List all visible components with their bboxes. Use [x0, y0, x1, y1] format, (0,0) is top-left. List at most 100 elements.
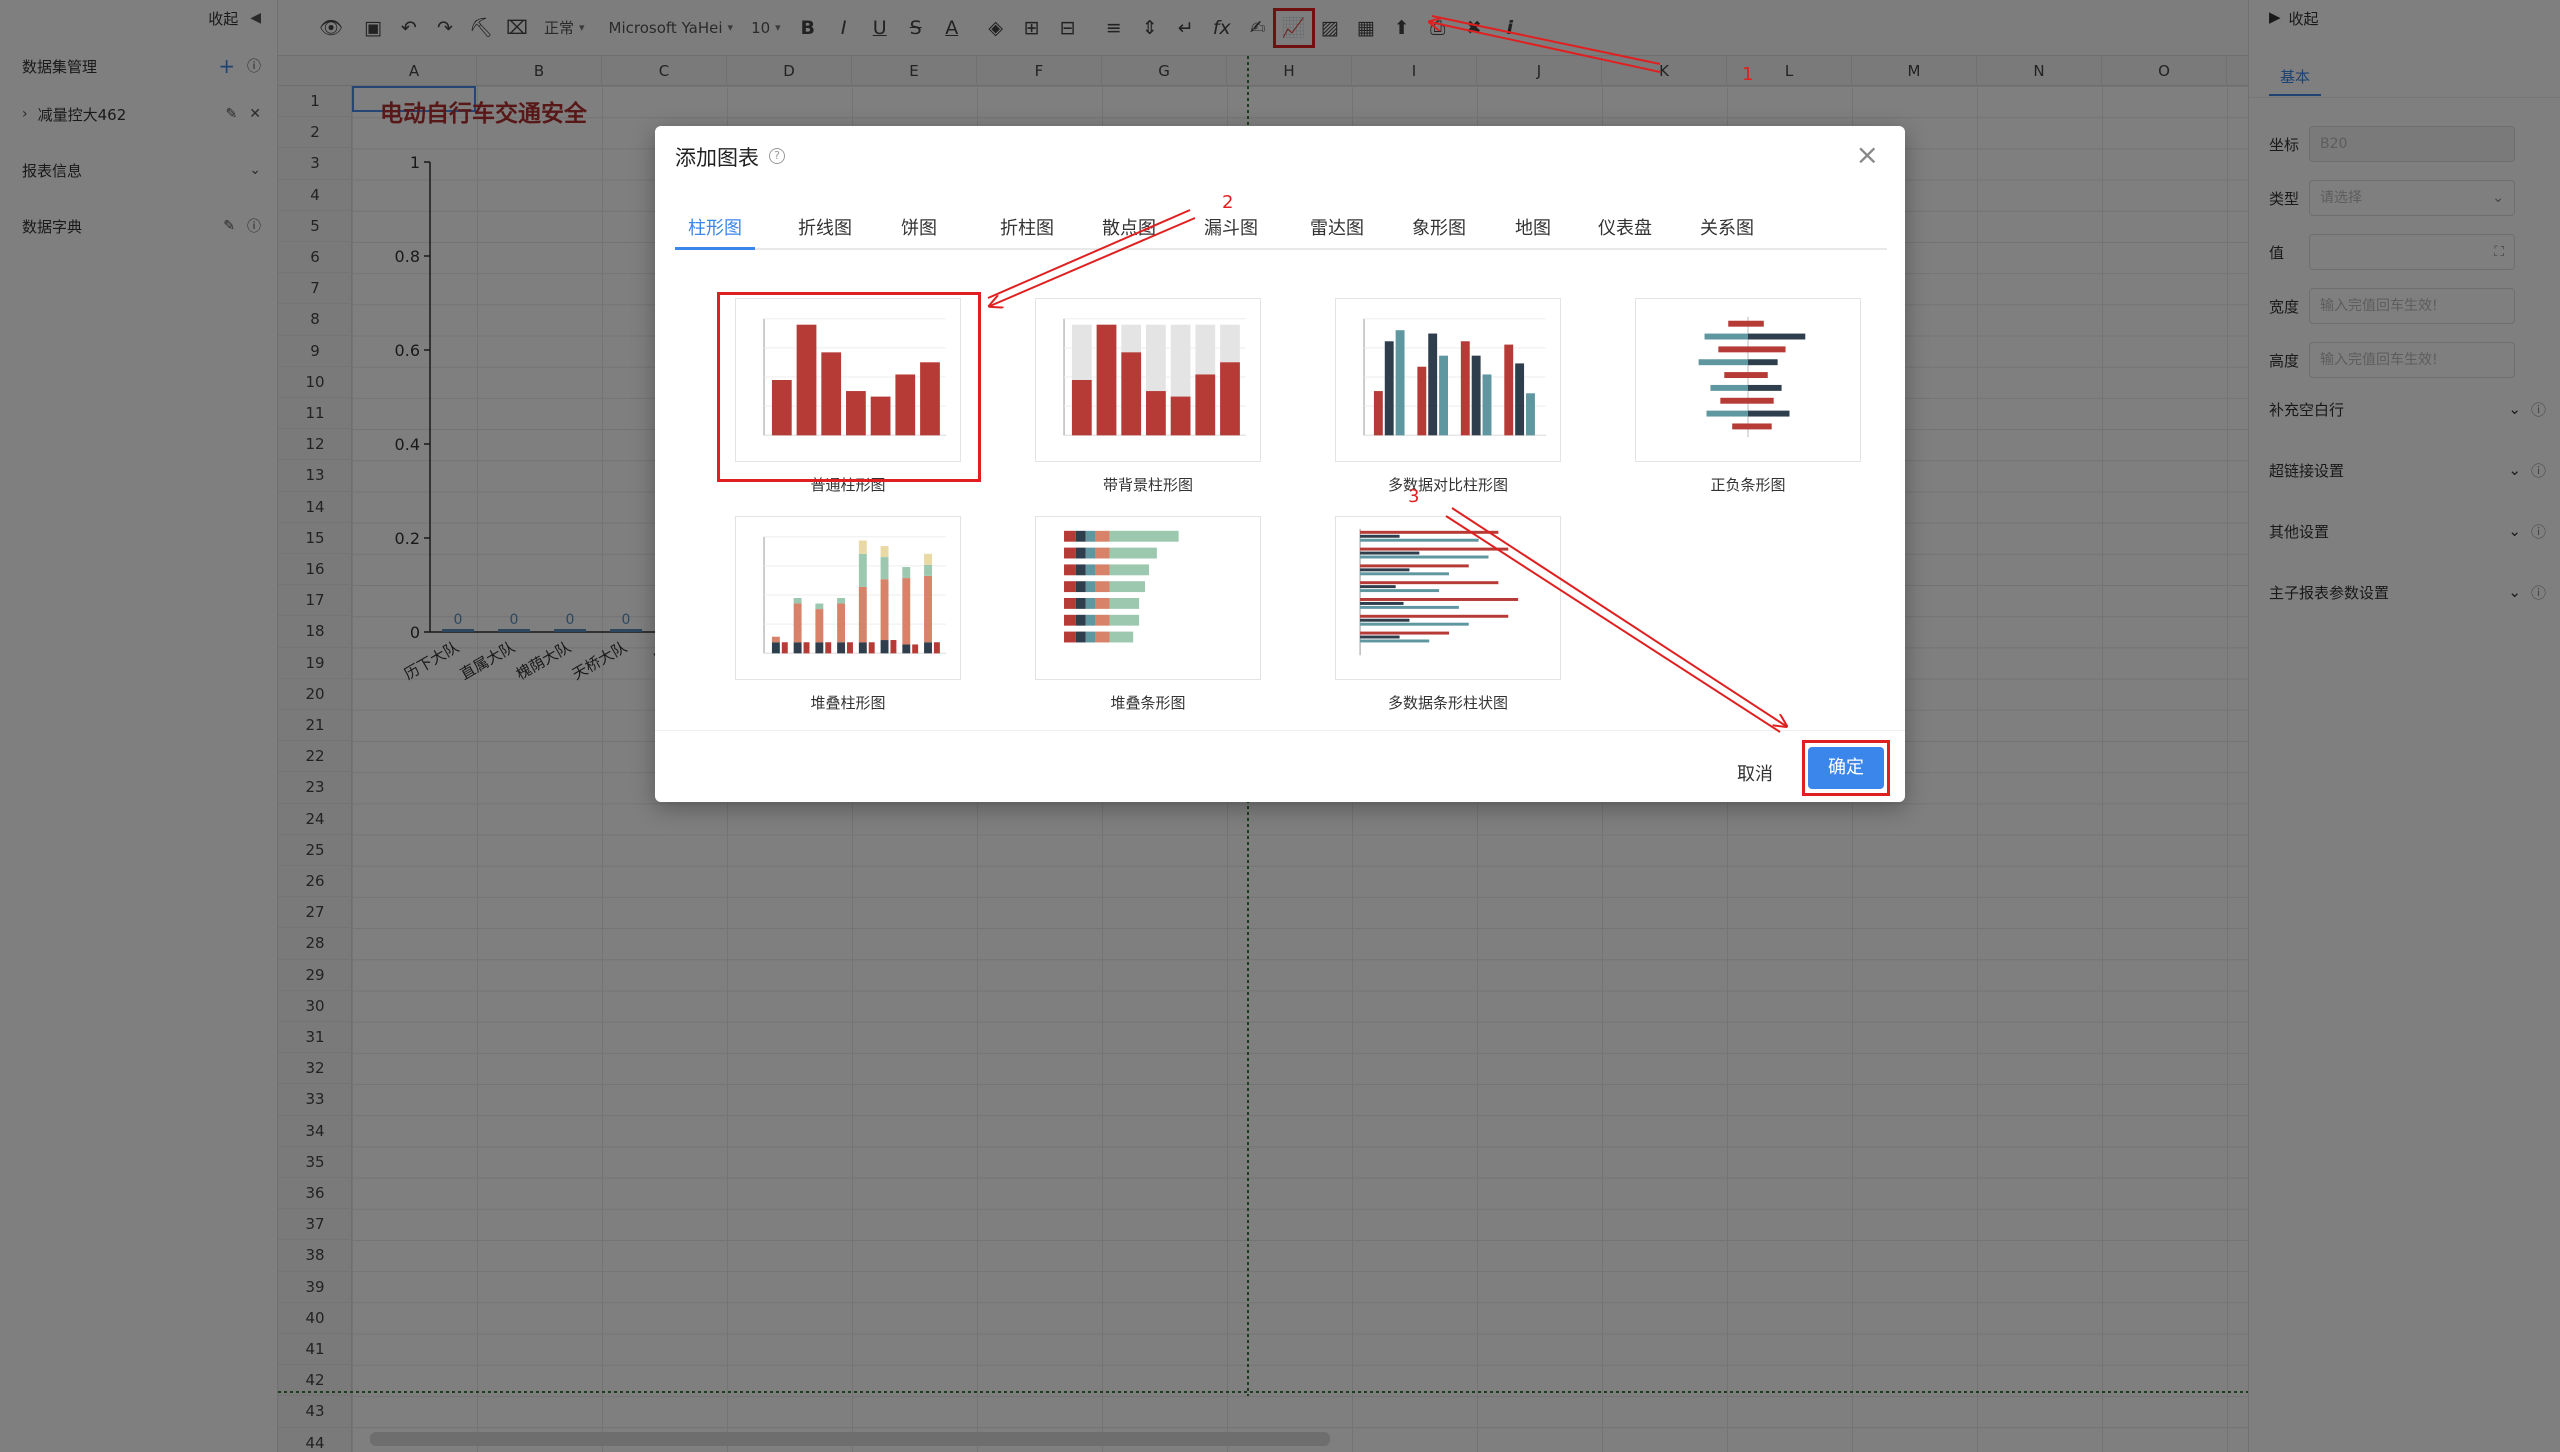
- option-label: 堆叠条形图: [1110, 694, 1186, 712]
- tab-10[interactable]: 关系图: [1687, 208, 1767, 250]
- thumb-bar: [1071, 380, 1092, 436]
- thumb-bar-segment: [1085, 631, 1096, 643]
- dialog-title: 添加图表: [675, 146, 759, 170]
- thumb-bar-segment: [1064, 598, 1076, 609]
- option-pos-neg-bar[interactable]: 正负条形图: [1635, 298, 1861, 495]
- thumb-bar-segment: [924, 575, 932, 643]
- thumb-bar: [1718, 346, 1748, 353]
- thumb-bar-segment: [1075, 631, 1086, 643]
- option-label: 堆叠柱形图: [810, 694, 886, 712]
- thumb-bar-segment: [880, 640, 889, 654]
- thumb-bar-segment: [902, 567, 911, 579]
- option-bg-bar[interactable]: 带背景柱形图: [1035, 298, 1261, 495]
- thumb-bar: [825, 642, 832, 654]
- thumb-bar: [1428, 333, 1438, 436]
- close-icon[interactable]: ×: [1856, 138, 1879, 171]
- thumb-bar-segment: [1095, 631, 1110, 643]
- option-label: 多数据对比柱形图: [1387, 476, 1508, 494]
- thumb-bar: [1360, 605, 1459, 609]
- thumb-bar-segment: [1095, 530, 1110, 542]
- thumb-bar: [1698, 359, 1748, 366]
- tab-6[interactable]: 雷达图: [1297, 208, 1377, 250]
- multi-bar-thumbnail: [1335, 298, 1561, 462]
- thumb-bar-segment: [1109, 581, 1146, 593]
- thumb-bar-segment: [815, 603, 824, 610]
- selected-option-highlight: [717, 292, 981, 482]
- thumb-bar-segment: [858, 642, 867, 654]
- thumb-bar: [1748, 423, 1772, 430]
- thumb-bar-segment: [1075, 547, 1086, 559]
- thumb-bar: [847, 642, 853, 654]
- thumb-bar: [1460, 341, 1470, 436]
- thumb-bar-segment: [1064, 564, 1076, 576]
- option-stacked-bar[interactable]: 堆叠柱形图: [735, 516, 961, 713]
- option-multi-hbar[interactable]: 多数据条形柱状图: [1335, 516, 1561, 713]
- thumb-bar: [1504, 344, 1514, 436]
- thumb-bar-segment: [1109, 614, 1140, 626]
- thumb-bar-segment: [793, 603, 802, 643]
- tab-7[interactable]: 象形图: [1399, 208, 1479, 250]
- thumb-bar: [1482, 374, 1492, 436]
- thumb-bar: [1360, 598, 1519, 601]
- option-label: 多数据条形柱状图: [1387, 694, 1508, 712]
- thumb-bar-segment: [858, 553, 867, 587]
- thumb-bar: [1360, 572, 1449, 576]
- tab-3[interactable]: 折柱图: [987, 208, 1067, 250]
- thumb-bar: [1121, 352, 1142, 436]
- thumb-bar: [1384, 341, 1394, 436]
- thumb-bar-segment: [1064, 547, 1076, 559]
- thumb-bar: [1360, 631, 1449, 635]
- thumb-bar: [1395, 330, 1405, 436]
- thumb-bar: [1748, 397, 1774, 404]
- thumb-bar: [1439, 355, 1448, 436]
- thumb-bar: [1373, 391, 1383, 436]
- thumb-bar: [868, 642, 875, 654]
- thumb-bar: [1360, 555, 1489, 559]
- thumb-bar: [1360, 639, 1430, 643]
- thumb-bar: [1360, 585, 1396, 589]
- thumb-bar: [1360, 551, 1420, 555]
- thumb-bar: [1732, 423, 1748, 430]
- thumb-bar-segment: [1095, 614, 1110, 626]
- thumb-bar-segment: [924, 642, 932, 654]
- tab-1[interactable]: 折线图: [785, 208, 865, 250]
- option-label: 带背景柱形图: [1102, 476, 1193, 494]
- tab-5[interactable]: 漏斗图: [1191, 208, 1271, 250]
- annotation-number-2: 2: [1222, 192, 1234, 213]
- thumb-bar: [1728, 320, 1748, 327]
- tab-8[interactable]: 地图: [1505, 208, 1561, 250]
- thumb-bar: [781, 642, 788, 654]
- thumb-bar: [1748, 320, 1764, 327]
- tab-0[interactable]: 柱形图: [675, 208, 755, 250]
- thumb-bar: [1417, 366, 1427, 436]
- thumb-bar-segment: [880, 546, 889, 558]
- option-stacked-hbar[interactable]: 堆叠条形图: [1035, 516, 1261, 713]
- chart-type-tabs: 柱形图 折线图 饼图 折柱图 散点图 漏斗图 雷达图 象形图 地图 仪表盘 关系图: [675, 208, 1887, 250]
- cancel-button[interactable]: 取消: [1737, 760, 1773, 786]
- thumb-bar-segment: [793, 598, 802, 604]
- thumb-bar-segment: [1085, 614, 1096, 626]
- pos-neg-bar-thumbnail: [1635, 298, 1861, 462]
- help-icon[interactable]: ?: [769, 148, 785, 164]
- thumb-bar: [1360, 618, 1410, 622]
- tab-2[interactable]: 饼图: [891, 208, 947, 250]
- annotation-number-1: 1: [1742, 64, 1754, 85]
- thumb-bar: [1360, 568, 1410, 572]
- option-multi-bar[interactable]: 多数据对比柱形图: [1335, 298, 1561, 495]
- confirm-button[interactable]: 确定: [1808, 747, 1884, 789]
- tab-4[interactable]: 散点图: [1089, 208, 1169, 250]
- stacked-hbar-thumbnail: [1035, 516, 1261, 680]
- add-chart-dialog: 添加图表 ? × 柱形图 折线图 饼图 折柱图 散点图 漏斗图 雷达图 象形图 地图 仪表盘 关系图…: [655, 126, 1905, 802]
- thumb-bar-segment: [1075, 530, 1086, 542]
- thumb-bar: [1360, 614, 1509, 618]
- thumb-bar-segment: [1095, 581, 1110, 593]
- thumb-bar-segment: [1064, 631, 1076, 643]
- thumb-bar: [1748, 346, 1786, 353]
- thumb-bar: [1360, 581, 1499, 585]
- thumb-bar: [1360, 538, 1479, 542]
- thumb-bar-segment: [1085, 547, 1096, 559]
- thumb-bar: [1360, 534, 1400, 538]
- thumb-bar-segment: [1085, 564, 1096, 576]
- tab-9[interactable]: 仪表盘: [1585, 208, 1665, 250]
- thumb-bar: [1748, 359, 1778, 366]
